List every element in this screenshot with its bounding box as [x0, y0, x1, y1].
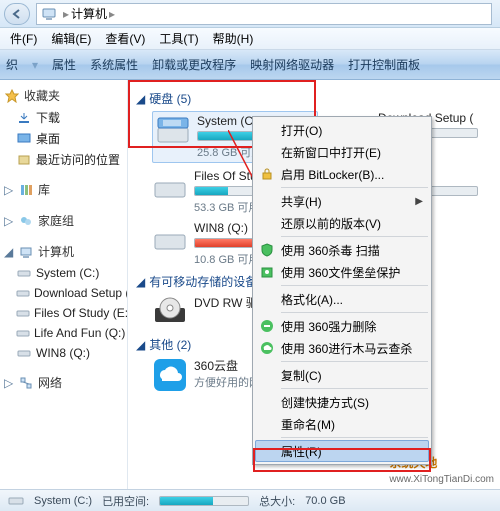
ctx-open-new-window[interactable]: 在新窗口中打开(E): [255, 141, 429, 163]
sidebar-drive-q[interactable]: WIN8 (Q:): [2, 343, 125, 363]
context-menu: 打开(O) 在新窗口中打开(E) 启用 BitLocker(B)... 共享(H…: [252, 116, 432, 465]
sidebar: 收藏夹 下载 桌面 最近访问的位置 ▷库 ▷家庭组 ◢计算机 System (C…: [0, 80, 128, 490]
delete-icon: [259, 318, 275, 334]
ctx-open[interactable]: 打开(O): [255, 119, 429, 141]
drive-icon: [16, 325, 30, 341]
recent-icon: [16, 152, 32, 168]
computer-icon: [18, 244, 34, 260]
sidebar-drive-c[interactable]: System (C:): [2, 263, 125, 283]
cloud-icon: [152, 357, 188, 393]
address-bar[interactable]: ▸ 计算机 ▸: [36, 3, 492, 25]
drive-icon: [155, 114, 191, 150]
status-drive-name: System (C:): [34, 495, 92, 507]
ctx-bitlocker[interactable]: 启用 BitLocker(B)...: [255, 163, 429, 185]
menu-file[interactable]: 件(F): [4, 28, 43, 49]
menu-help[interactable]: 帮助(H): [207, 28, 260, 49]
submenu-arrow-icon: ▶: [415, 196, 423, 207]
nav-back-button[interactable]: [4, 3, 30, 25]
menubar: 件(F) 编辑(E) 查看(V) 工具(T) 帮助(H): [0, 28, 500, 50]
menu-view[interactable]: 查看(V): [99, 28, 151, 49]
cloud-scan-icon: [259, 340, 275, 356]
ctx-copy[interactable]: 复制(C): [255, 364, 429, 386]
homegroup-icon: [18, 213, 34, 229]
sidebar-item-desktop[interactable]: 桌面: [2, 128, 125, 149]
ctx-360-delete[interactable]: 使用 360强力删除: [255, 315, 429, 337]
status-bar: System (C:) 已用空间: 总大小: 70.0 GB: [0, 489, 500, 511]
shield-icon: [259, 242, 275, 258]
ctx-separator: [281, 437, 428, 438]
arrow-left-icon: [11, 8, 23, 20]
status-usage-bar: [159, 496, 249, 506]
ctx-separator: [281, 312, 428, 313]
drive-icon: [16, 265, 32, 281]
ctx-360-vault[interactable]: 使用 360文件堡垒保护: [255, 261, 429, 283]
bitlocker-icon: [259, 166, 275, 182]
download-icon: [16, 110, 32, 126]
status-total-value: 70.0 GB: [305, 495, 345, 507]
drive-icon: [16, 285, 30, 301]
menu-tools[interactable]: 工具(T): [153, 28, 204, 49]
toolbar-uninstall[interactable]: 卸载或更改程序: [152, 56, 236, 73]
breadcrumb-separator: ▸: [63, 7, 69, 21]
toolbar-organize[interactable]: 织: [6, 56, 18, 73]
drive-icon: [152, 169, 188, 205]
drive-icon: [16, 305, 30, 321]
drive-icon: [152, 221, 188, 257]
svg-text:DVD: DVD: [160, 322, 175, 329]
breadcrumb-location[interactable]: 计算机: [71, 5, 107, 22]
sidebar-item-downloads[interactable]: 下载: [2, 107, 125, 128]
sidebar-network[interactable]: ▷网络: [2, 371, 125, 394]
toolbar: 织▾ 属性 系统属性 卸载或更改程序 映射网络驱动器 打开控制面板: [0, 50, 500, 80]
section-hdd[interactable]: ◢硬盘 (5): [136, 90, 494, 107]
ctx-separator: [281, 285, 428, 286]
breadcrumb-separator: ▸: [109, 7, 115, 21]
status-total-label: 总大小:: [259, 493, 295, 509]
toolbar-sysprops[interactable]: 系统属性: [90, 56, 138, 73]
sidebar-drive-d[interactable]: Download Setup (: [2, 283, 125, 303]
desktop-icon: [16, 131, 32, 147]
toolbar-ctrlpanel[interactable]: 打开控制面板: [348, 56, 420, 73]
status-used-label: 已用空间:: [102, 493, 149, 509]
ctx-rename[interactable]: 重命名(M): [255, 413, 429, 435]
sidebar-computer[interactable]: ◢计算机: [2, 240, 125, 263]
network-icon: [18, 375, 34, 391]
titlebar: ▸ 计算机 ▸: [0, 0, 500, 28]
sidebar-drive-fun[interactable]: Life And Fun (Q:): [2, 323, 125, 343]
ctx-360-scan[interactable]: 使用 360杀毒 扫描: [255, 239, 429, 261]
ctx-restore-version[interactable]: 还原以前的版本(V): [255, 212, 429, 234]
sidebar-library[interactable]: ▷库: [2, 178, 125, 201]
ctx-create-shortcut[interactable]: 创建快捷方式(S): [255, 391, 429, 413]
dvd-icon: DVD: [152, 294, 188, 330]
ctx-share[interactable]: 共享(H)▶: [255, 190, 429, 212]
drive-icon: [8, 493, 24, 509]
ctx-separator: [281, 187, 428, 188]
library-icon: [18, 182, 34, 198]
drive-icon: [16, 345, 32, 361]
sidebar-homegroup[interactable]: ▷家庭组: [2, 209, 125, 232]
ctx-separator: [281, 361, 428, 362]
computer-icon: [41, 6, 57, 22]
sidebar-favorites[interactable]: 收藏夹: [2, 84, 125, 107]
vault-icon: [259, 264, 275, 280]
toolbar-mapdrive[interactable]: 映射网络驱动器: [250, 56, 334, 73]
menu-edit[interactable]: 编辑(E): [45, 28, 97, 49]
toolbar-properties[interactable]: 属性: [52, 56, 76, 73]
ctx-360-trojan[interactable]: 使用 360进行木马云查杀: [255, 337, 429, 359]
sidebar-item-recent[interactable]: 最近访问的位置: [2, 149, 125, 170]
ctx-format[interactable]: 格式化(A)...: [255, 288, 429, 310]
ctx-separator: [281, 388, 428, 389]
sidebar-drive-e[interactable]: Files Of Study (E:): [2, 303, 125, 323]
star-icon: [4, 88, 20, 104]
ctx-separator: [281, 236, 428, 237]
ctx-properties[interactable]: 属性(R): [255, 440, 429, 462]
